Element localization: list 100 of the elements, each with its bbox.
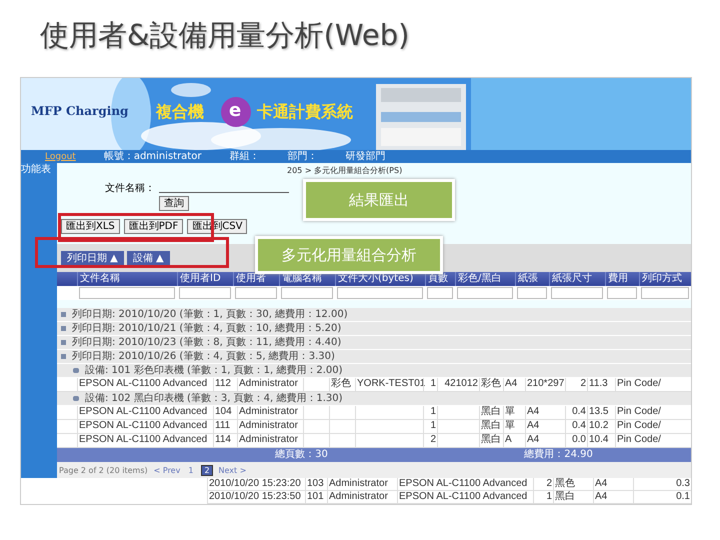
group-row[interactable]: 設備: 101 彩色印表機 (筆數：1, 頁數：1, 總費用：2.00) bbox=[57, 364, 691, 378]
table-cell: Administrator bbox=[327, 491, 397, 503]
logo-text: MFP Charging bbox=[31, 104, 128, 118]
sidebar-item[interactable]: 功能表 bbox=[21, 164, 57, 175]
table-cell: A4 bbox=[593, 491, 633, 503]
table-cell: EPSON AL-C1100 Advanced bbox=[397, 478, 533, 490]
group-row[interactable]: 列印日期: 2010/10/26 (筆數：4, 頁數：5, 總費用：3.30) bbox=[57, 350, 691, 364]
table-cell: EPSON AL-C1100 Advanced bbox=[77, 378, 213, 391]
column-filter-field[interactable] bbox=[79, 287, 175, 299]
group-button[interactable]: 設備 ▲ bbox=[126, 250, 170, 266]
group-row[interactable]: 列印日期: 2010/10/23 (筆數：8, 頁數：11, 總費用：4.40) bbox=[57, 336, 691, 350]
table-cell: Pin Code/ bbox=[615, 420, 691, 433]
table-cell: A bbox=[503, 434, 525, 447]
table-cell: 1 bbox=[423, 420, 437, 433]
table-cell: 黑白 bbox=[479, 434, 503, 447]
table-cell: 彩色 bbox=[479, 378, 503, 391]
table-cell: 黑白 bbox=[553, 491, 593, 503]
page-summary: Page 2 of 2 (20 items) bbox=[59, 466, 148, 474]
table-cell: 2 bbox=[533, 478, 553, 490]
table-cell: Administrator bbox=[237, 378, 303, 391]
logo-letter: e bbox=[229, 100, 242, 121]
table-cell: 11.3 bbox=[587, 378, 615, 391]
banner-title: 卡通計費系統 bbox=[257, 102, 353, 123]
column-filter-field[interactable] bbox=[457, 287, 513, 299]
table-cell: A4 bbox=[503, 378, 525, 391]
table-cell: 210*297 bbox=[525, 378, 565, 391]
table-cell: 2010/10/20 15:23:50 bbox=[207, 491, 305, 503]
table-cell: A4 bbox=[593, 478, 633, 490]
column-filter-field[interactable] bbox=[517, 287, 547, 299]
expand-icon[interactable] bbox=[73, 396, 79, 401]
table-cell: 0.4 bbox=[565, 420, 587, 433]
column-filter-field[interactable] bbox=[641, 287, 689, 299]
table-cell: 421012 bbox=[437, 378, 479, 391]
column-filter-field[interactable] bbox=[281, 287, 333, 299]
nav-text: 部門： bbox=[287, 150, 318, 162]
table-cell: 2 bbox=[565, 378, 587, 391]
table-cell: 彩色 bbox=[329, 378, 355, 391]
next-link[interactable]: Next > bbox=[218, 466, 246, 474]
table-cell: YORK-TEST01 bbox=[355, 378, 423, 391]
table-cell: EPSON AL-C1100 Advanced bbox=[77, 406, 213, 419]
table-cell: Administrator bbox=[237, 406, 303, 419]
column-filter-field[interactable] bbox=[337, 287, 423, 299]
table-cell: Pin Code/ bbox=[615, 406, 691, 419]
table-cell: 104 bbox=[213, 406, 237, 419]
table-cell: Pin Code/ bbox=[615, 434, 691, 447]
table-cell: 黑色 bbox=[553, 478, 593, 490]
group-row[interactable]: 列印日期: 2010/10/20 (筆數：1, 頁數：30, 總費用：12.00) bbox=[57, 308, 691, 322]
group-button[interactable]: 列印日期 ▲ bbox=[61, 250, 124, 266]
table-cell: 單 bbox=[503, 420, 525, 433]
table-cell: 0.3 bbox=[633, 478, 691, 490]
column-filter-field[interactable] bbox=[179, 287, 231, 299]
export-button[interactable]: 匯出到PDF bbox=[124, 219, 184, 234]
table-cell: 1 bbox=[423, 378, 437, 391]
nav-text: 研發部門 bbox=[345, 150, 386, 162]
table-cell: Administrator bbox=[327, 478, 397, 490]
table-cell: Pin Code/ bbox=[615, 378, 691, 391]
table-cell: EPSON AL-C1100 Advanced bbox=[77, 420, 213, 433]
prev-link[interactable]: < Prev bbox=[154, 466, 180, 474]
table-cell: 111 bbox=[213, 420, 237, 433]
table-cell: 112 bbox=[213, 378, 237, 391]
table-cell: EPSON AL-C1100 Advanced bbox=[397, 491, 533, 503]
table-cell: 2 bbox=[423, 434, 437, 447]
query-button[interactable]: 查詢 bbox=[159, 196, 189, 211]
table-cell: 0.1 bbox=[633, 491, 691, 503]
footer-total: 總費用：24.90 bbox=[524, 449, 593, 461]
table-cell: 13.5 bbox=[587, 406, 615, 419]
column-filter-field[interactable] bbox=[607, 287, 637, 299]
group-label: 列印日期: 2010/10/21 (筆數：4, 頁數：10, 總費用：5.20) bbox=[72, 322, 342, 334]
page-link[interactable]: 1 bbox=[186, 466, 196, 474]
column-filter-field[interactable] bbox=[551, 287, 603, 299]
group-label: 列印日期: 2010/10/23 (筆數：8, 頁數：11, 總費用：4.40) bbox=[72, 336, 342, 348]
table-cell: A4 bbox=[525, 434, 565, 447]
table-cell: 2010/10/20 15:23:20 bbox=[207, 478, 305, 490]
table-cell: 1 bbox=[533, 491, 553, 503]
table-cell: A4 bbox=[525, 420, 565, 433]
table-cell: 單 bbox=[503, 406, 525, 419]
group-label: 設備: 101 彩色印表機 (筆數：1, 頁數：1, 總費用：2.00) bbox=[85, 364, 342, 376]
table-cell: 0.4 bbox=[565, 406, 587, 419]
table-cell: 10.4 bbox=[587, 434, 615, 447]
column-filter-field[interactable] bbox=[235, 287, 277, 299]
group-row[interactable]: 列印日期: 2010/10/21 (筆數：4, 頁數：10, 總費用：5.20) bbox=[57, 322, 691, 336]
table-cell: Administrator bbox=[237, 420, 303, 433]
column-filter-field[interactable] bbox=[427, 287, 453, 299]
expand-icon[interactable] bbox=[73, 368, 79, 373]
table-cell: 103 bbox=[305, 478, 327, 490]
table-cell: 10.2 bbox=[587, 420, 615, 433]
group-label: 列印日期: 2010/10/20 (筆數：1, 頁數：30, 總費用：12.00) bbox=[72, 308, 348, 320]
table-cell: EPSON AL-C1100 Advanced bbox=[77, 434, 213, 447]
banner-title: 複合機 bbox=[156, 102, 204, 123]
table-cell: A4 bbox=[525, 406, 565, 419]
page-link[interactable]: 2 bbox=[201, 464, 213, 476]
callout: 結果匯出 bbox=[303, 179, 455, 221]
table-cell: Administrator bbox=[237, 434, 303, 447]
group-row[interactable]: 設備: 102 黑白印表機 (筆數：3, 頁數：4, 總費用：1.30) bbox=[57, 392, 691, 406]
table-cell: 114 bbox=[213, 434, 237, 447]
table-cell: 0.0 bbox=[565, 434, 587, 447]
breadcrumb: 205 > 多元化用量組合分析(PS) bbox=[287, 165, 402, 176]
export-button[interactable]: 匯出到XLS bbox=[61, 219, 120, 234]
table-cell: 黑白 bbox=[479, 420, 503, 433]
field-label: 文件名稱： bbox=[105, 182, 155, 196]
